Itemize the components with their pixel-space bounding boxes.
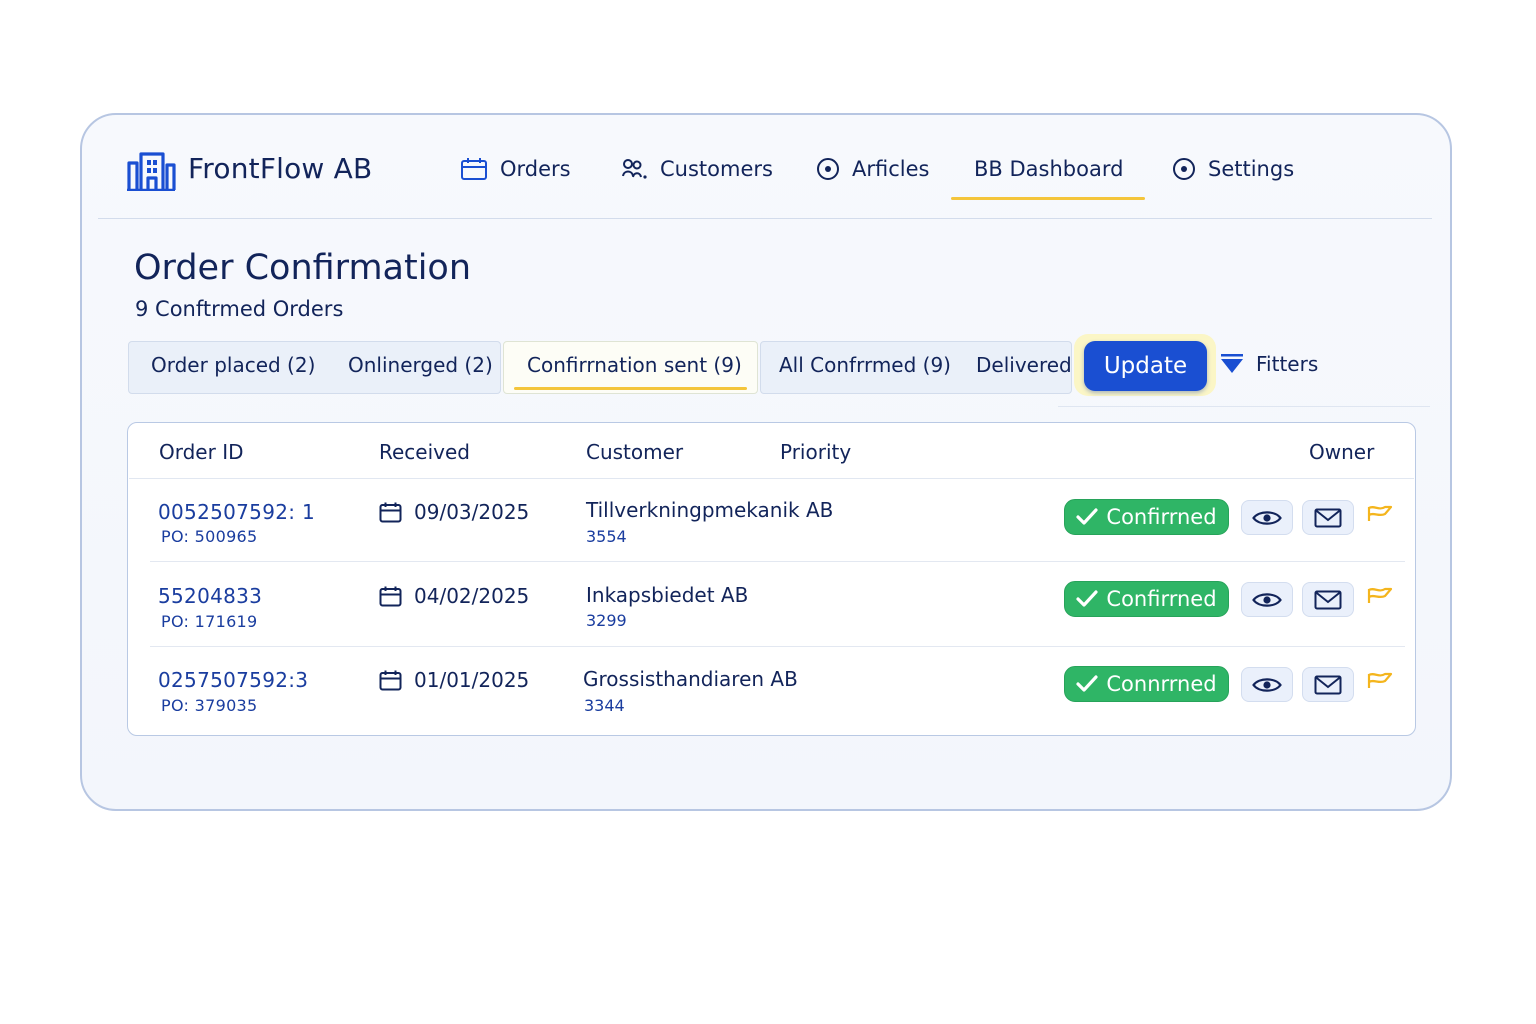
nav-settings[interactable]: Settings [1172,157,1294,181]
nav-articles[interactable]: Arficles [816,157,929,181]
order-id-link[interactable]: 0257507592:3 [158,668,308,692]
mail-icon [1314,590,1342,609]
calendar-icon [379,670,402,690]
header-priority[interactable]: Priority [780,440,851,464]
calendar-icon [461,158,487,180]
eye-icon [1252,677,1282,692]
header-order-id[interactable]: Order ID [159,440,244,464]
nav-dashboard[interactable]: BB Dashboard [974,157,1123,181]
filters-button[interactable]: Fitters [1220,352,1318,376]
nav-orders[interactable]: Orders [460,157,571,181]
table-header-divider [129,478,1414,479]
calendar-icon [379,502,402,522]
header-received[interactable]: Received [379,440,470,464]
customers-icon [622,159,647,179]
nav-orders-label: Orders [500,157,571,181]
update-button[interactable]: Update [1084,341,1207,391]
email-button[interactable] [1302,667,1354,702]
customer-number: 3344 [584,696,625,715]
received-date-text: 01/01/2025 [414,668,530,692]
email-button[interactable] [1302,582,1354,617]
page-subtitle: 9 Conftrmed Orders [135,297,344,321]
toolbar-divider [1058,406,1430,407]
eye-icon [1252,592,1282,607]
header-divider [98,218,1432,219]
filter-icon [1221,354,1243,373]
view-button[interactable] [1241,582,1293,617]
status-text: Confirrned [1106,587,1217,611]
header-owner[interactable]: Owner [1309,440,1374,464]
nav-customers[interactable]: Customers [622,157,773,181]
filters-label: Fitters [1256,352,1319,376]
order-id-link[interactable]: 55204833 [158,584,262,608]
order-id-link[interactable]: 0052507592: 1 [158,500,315,524]
nav-articles-label: Arficles [852,157,930,181]
status-badge: Confirrned [1064,499,1229,535]
target-icon [817,158,839,180]
tab-onlinerged[interactable]: Onlinerged (2) [348,353,493,377]
status-badge: Connrrned [1064,666,1229,702]
mail-icon [1314,675,1342,694]
tab-order-placed[interactable]: Order placed (2) [151,353,315,377]
customer-name: Inkapsbiedet AB [586,583,749,607]
view-button[interactable] [1241,667,1293,702]
received-date-text: 09/03/2025 [414,500,530,524]
check-icon [1076,508,1099,525]
received-date: 04/02/2025 [379,584,529,608]
flag-icon[interactable] [1367,672,1393,694]
po-number: PO: 500965 [161,527,258,546]
check-icon [1076,675,1098,692]
header-customer[interactable]: Customer [586,440,683,464]
nav-settings-label: Settings [1208,157,1295,181]
calendar-icon [379,586,402,606]
status-badge: Confirrned [1064,581,1229,617]
tab-confirmation-sent[interactable]: Confirrnation sent (9) [527,353,742,377]
building-logo-icon [127,152,176,191]
eye-icon [1252,510,1282,525]
flag-icon[interactable] [1367,587,1393,609]
view-button[interactable] [1241,500,1293,535]
page-title: Order Confirmation [134,248,472,288]
po-number: PO: 379035 [161,696,258,715]
flag-icon[interactable] [1367,505,1393,527]
row-divider [150,561,1405,562]
check-icon [1076,590,1099,607]
received-date: 09/03/2025 [379,500,529,524]
nav-customers-label: Customers [660,157,773,181]
customer-number: 3299 [586,611,627,630]
status-text: Confirrned [1106,505,1217,529]
nav-dashboard-label: BB Dashboard [974,157,1124,181]
tab-all-confirmed[interactable]: All Confrrmed (9) [779,353,951,377]
email-button[interactable] [1302,500,1354,535]
settings-icon [1173,158,1195,180]
row-divider [150,646,1405,647]
customer-name: Tillverkningpmekanik AB [586,498,834,522]
customer-number: 3554 [586,527,627,546]
customer-name: Grossisthandiaren AB [583,667,798,691]
tab-delivered[interactable]: Delivered [976,353,1072,377]
received-date-text: 04/02/2025 [414,584,530,608]
nav-active-indicator [951,197,1145,200]
app-brand: FrontFlow AB [188,152,373,185]
mail-icon [1314,508,1342,527]
po-number: PO: 171619 [161,612,258,631]
tab-active-indicator [514,387,747,390]
received-date: 01/01/2025 [379,668,529,692]
status-text: Connrrned [1106,672,1217,696]
